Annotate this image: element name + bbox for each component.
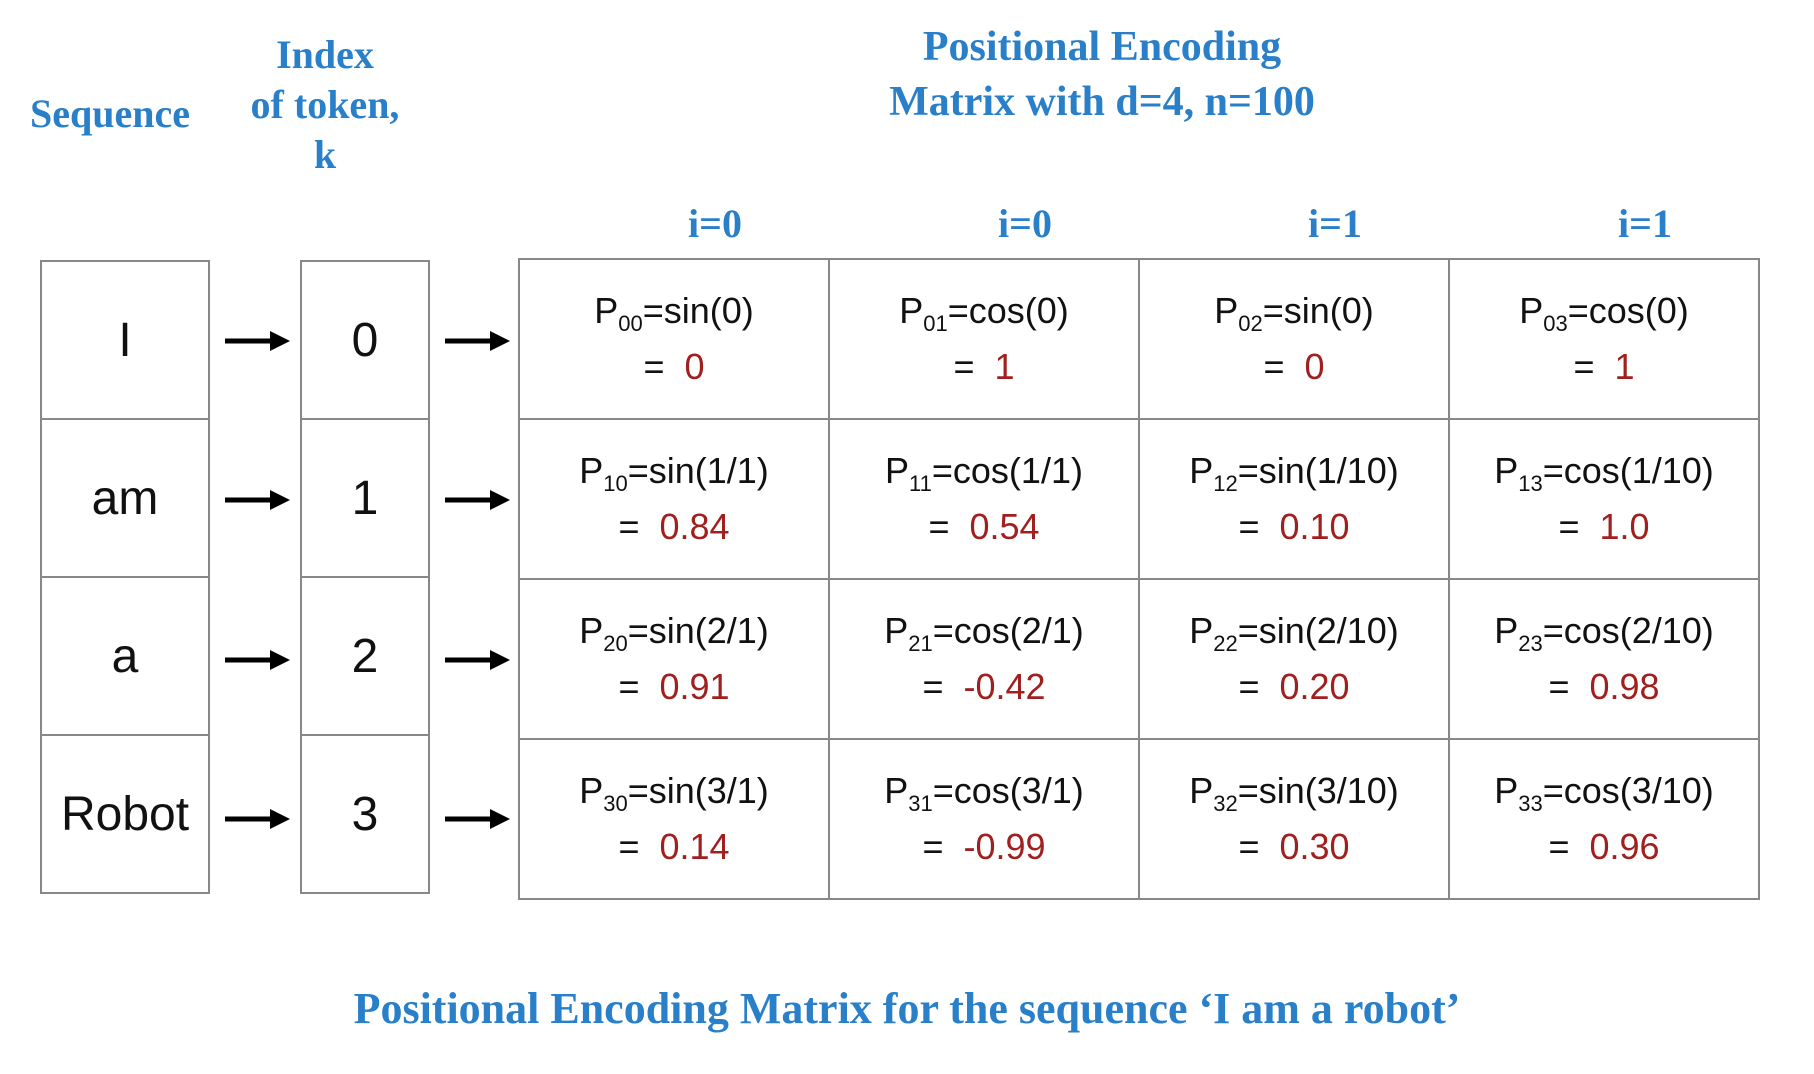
i-header-1: i=0 <box>870 200 1180 247</box>
sequence-cell: am <box>40 418 210 578</box>
matrix-cell-expr: P01=cos(0) <box>899 290 1069 337</box>
arrow-column-2 <box>430 260 520 900</box>
matrix-cell-value: = 0.14 <box>618 826 729 868</box>
i-headers-row: i=0 i=0 i=1 i=1 <box>560 200 1800 247</box>
arrow-right-icon <box>210 580 300 740</box>
matrix-cell-value: = 0.84 <box>618 506 729 548</box>
matrix-cell-expr: P22=sin(2/10) <box>1189 610 1399 657</box>
header-row: Sequence Index of token, k Positional En… <box>0 20 1814 180</box>
index-column: 0 1 2 3 <box>300 260 430 900</box>
matrix-cell-expr: P23=cos(2/10) <box>1494 610 1714 657</box>
index-cell: 1 <box>300 418 430 578</box>
arrow-right-icon <box>430 580 520 740</box>
matrix-cell-expr: P03=cos(0) <box>1519 290 1689 337</box>
arrow-right-icon <box>430 261 520 421</box>
matrix-cell-expr: P33=cos(3/10) <box>1494 770 1714 817</box>
sequence-header: Sequence <box>0 20 220 137</box>
matrix-cell-expr: P00=sin(0) <box>594 290 754 337</box>
matrix-cell-value: = 0.98 <box>1548 666 1659 708</box>
matrix-cell: P12=sin(1/10) = 0.10 <box>1138 418 1450 580</box>
matrix-cell-expr: P21=cos(2/1) <box>884 610 1084 657</box>
matrix-cell: P00=sin(0) = 0 <box>518 258 830 420</box>
matrix-cell-expr: P12=sin(1/10) <box>1189 450 1399 497</box>
matrix-cell: P13=cos(1/10) = 1.0 <box>1448 418 1760 580</box>
i-header-0: i=0 <box>560 200 870 247</box>
matrix-cell-value: = 1 <box>953 346 1014 388</box>
matrix-cell: P21=cos(2/1) = -0.42 <box>828 578 1140 740</box>
matrix-cell: P30=sin(3/1) = 0.14 <box>518 738 830 900</box>
matrix-cell-value: = 1.0 <box>1558 506 1649 548</box>
index-cell: 0 <box>300 260 430 420</box>
i-header-2: i=1 <box>1180 200 1490 247</box>
sequence-cell: a <box>40 576 210 736</box>
index-header-line3: k <box>220 130 430 180</box>
main-grid: I am a Robot 0 1 2 3 P00=sin(0) = 0 P01=co… <box>40 260 1760 900</box>
arrow-right-icon <box>430 739 520 899</box>
arrow-right-icon <box>210 739 300 899</box>
sequence-cell: I <box>40 260 210 420</box>
matrix-cell-expr: P11=cos(1/1) <box>885 450 1083 497</box>
matrix-cell: P20=sin(2/1) = 0.91 <box>518 578 830 740</box>
matrix-cell-expr: P10=sin(1/1) <box>579 450 769 497</box>
matrix-cell-expr: P02=sin(0) <box>1214 290 1374 337</box>
arrow-column-1 <box>210 260 300 900</box>
matrix-header-line1: Positional Encoding <box>430 20 1774 75</box>
arrow-right-icon <box>430 420 520 580</box>
matrix-cell: P33=cos(3/10) = 0.96 <box>1448 738 1760 900</box>
matrix-cell-value: = 0.20 <box>1238 666 1349 708</box>
sequence-cell: Robot <box>40 734 210 894</box>
matrix-header: Positional Encoding Matrix with d=4, n=1… <box>430 20 1814 129</box>
index-header: Index of token, k <box>220 20 430 180</box>
index-cell: 3 <box>300 734 430 894</box>
matrix-cell-value: = 0.91 <box>618 666 729 708</box>
index-cell: 2 <box>300 576 430 736</box>
arrow-right-icon <box>210 420 300 580</box>
matrix-cell-value: = 0 <box>643 346 704 388</box>
matrix-cell: P23=cos(2/10) = 0.98 <box>1448 578 1760 740</box>
encoding-matrix: P00=sin(0)= 0P01=cos(0)= 1P02=sin(0)= 0P… <box>520 260 1760 900</box>
matrix-cell-expr: P31=cos(3/1) <box>884 770 1084 817</box>
i-header-3: i=1 <box>1490 200 1800 247</box>
caption: Positional Encoding Matrix for the seque… <box>0 983 1814 1034</box>
matrix-cell-expr: P13=cos(1/10) <box>1494 450 1714 497</box>
matrix-cell-value: = -0.99 <box>922 826 1045 868</box>
matrix-cell-value: = 0.96 <box>1548 826 1659 868</box>
matrix-cell-value: = -0.42 <box>922 666 1045 708</box>
matrix-cell-expr: P32=sin(3/10) <box>1189 770 1399 817</box>
index-header-line1: Index <box>220 30 430 80</box>
matrix-cell: P11=cos(1/1) = 0.54 <box>828 418 1140 580</box>
matrix-header-line2: Matrix with d=4, n=100 <box>430 75 1774 130</box>
matrix-cell: P32=sin(3/10) = 0.30 <box>1138 738 1450 900</box>
matrix-cell-value: = 0 <box>1263 346 1324 388</box>
matrix-cell-value: = 0.10 <box>1238 506 1349 548</box>
matrix-cell: P10=sin(1/1) = 0.84 <box>518 418 830 580</box>
matrix-cell-value: = 0.54 <box>928 506 1039 548</box>
matrix-cell-value: = 0.30 <box>1238 826 1349 868</box>
matrix-cell-value: = 1 <box>1573 346 1634 388</box>
matrix-cell: P01=cos(0) = 1 <box>828 258 1140 420</box>
matrix-cell: P03=cos(0) = 1 <box>1448 258 1760 420</box>
sequence-column: I am a Robot <box>40 260 210 900</box>
index-header-line2: of token, <box>220 80 430 130</box>
arrow-right-icon <box>210 261 300 421</box>
matrix-cell: P02=sin(0) = 0 <box>1138 258 1450 420</box>
matrix-cell-expr: P30=sin(3/1) <box>579 770 769 817</box>
matrix-cell: P22=sin(2/10) = 0.20 <box>1138 578 1450 740</box>
matrix-cell: P31=cos(3/1) = -0.99 <box>828 738 1140 900</box>
matrix-cell-expr: P20=sin(2/1) <box>579 610 769 657</box>
